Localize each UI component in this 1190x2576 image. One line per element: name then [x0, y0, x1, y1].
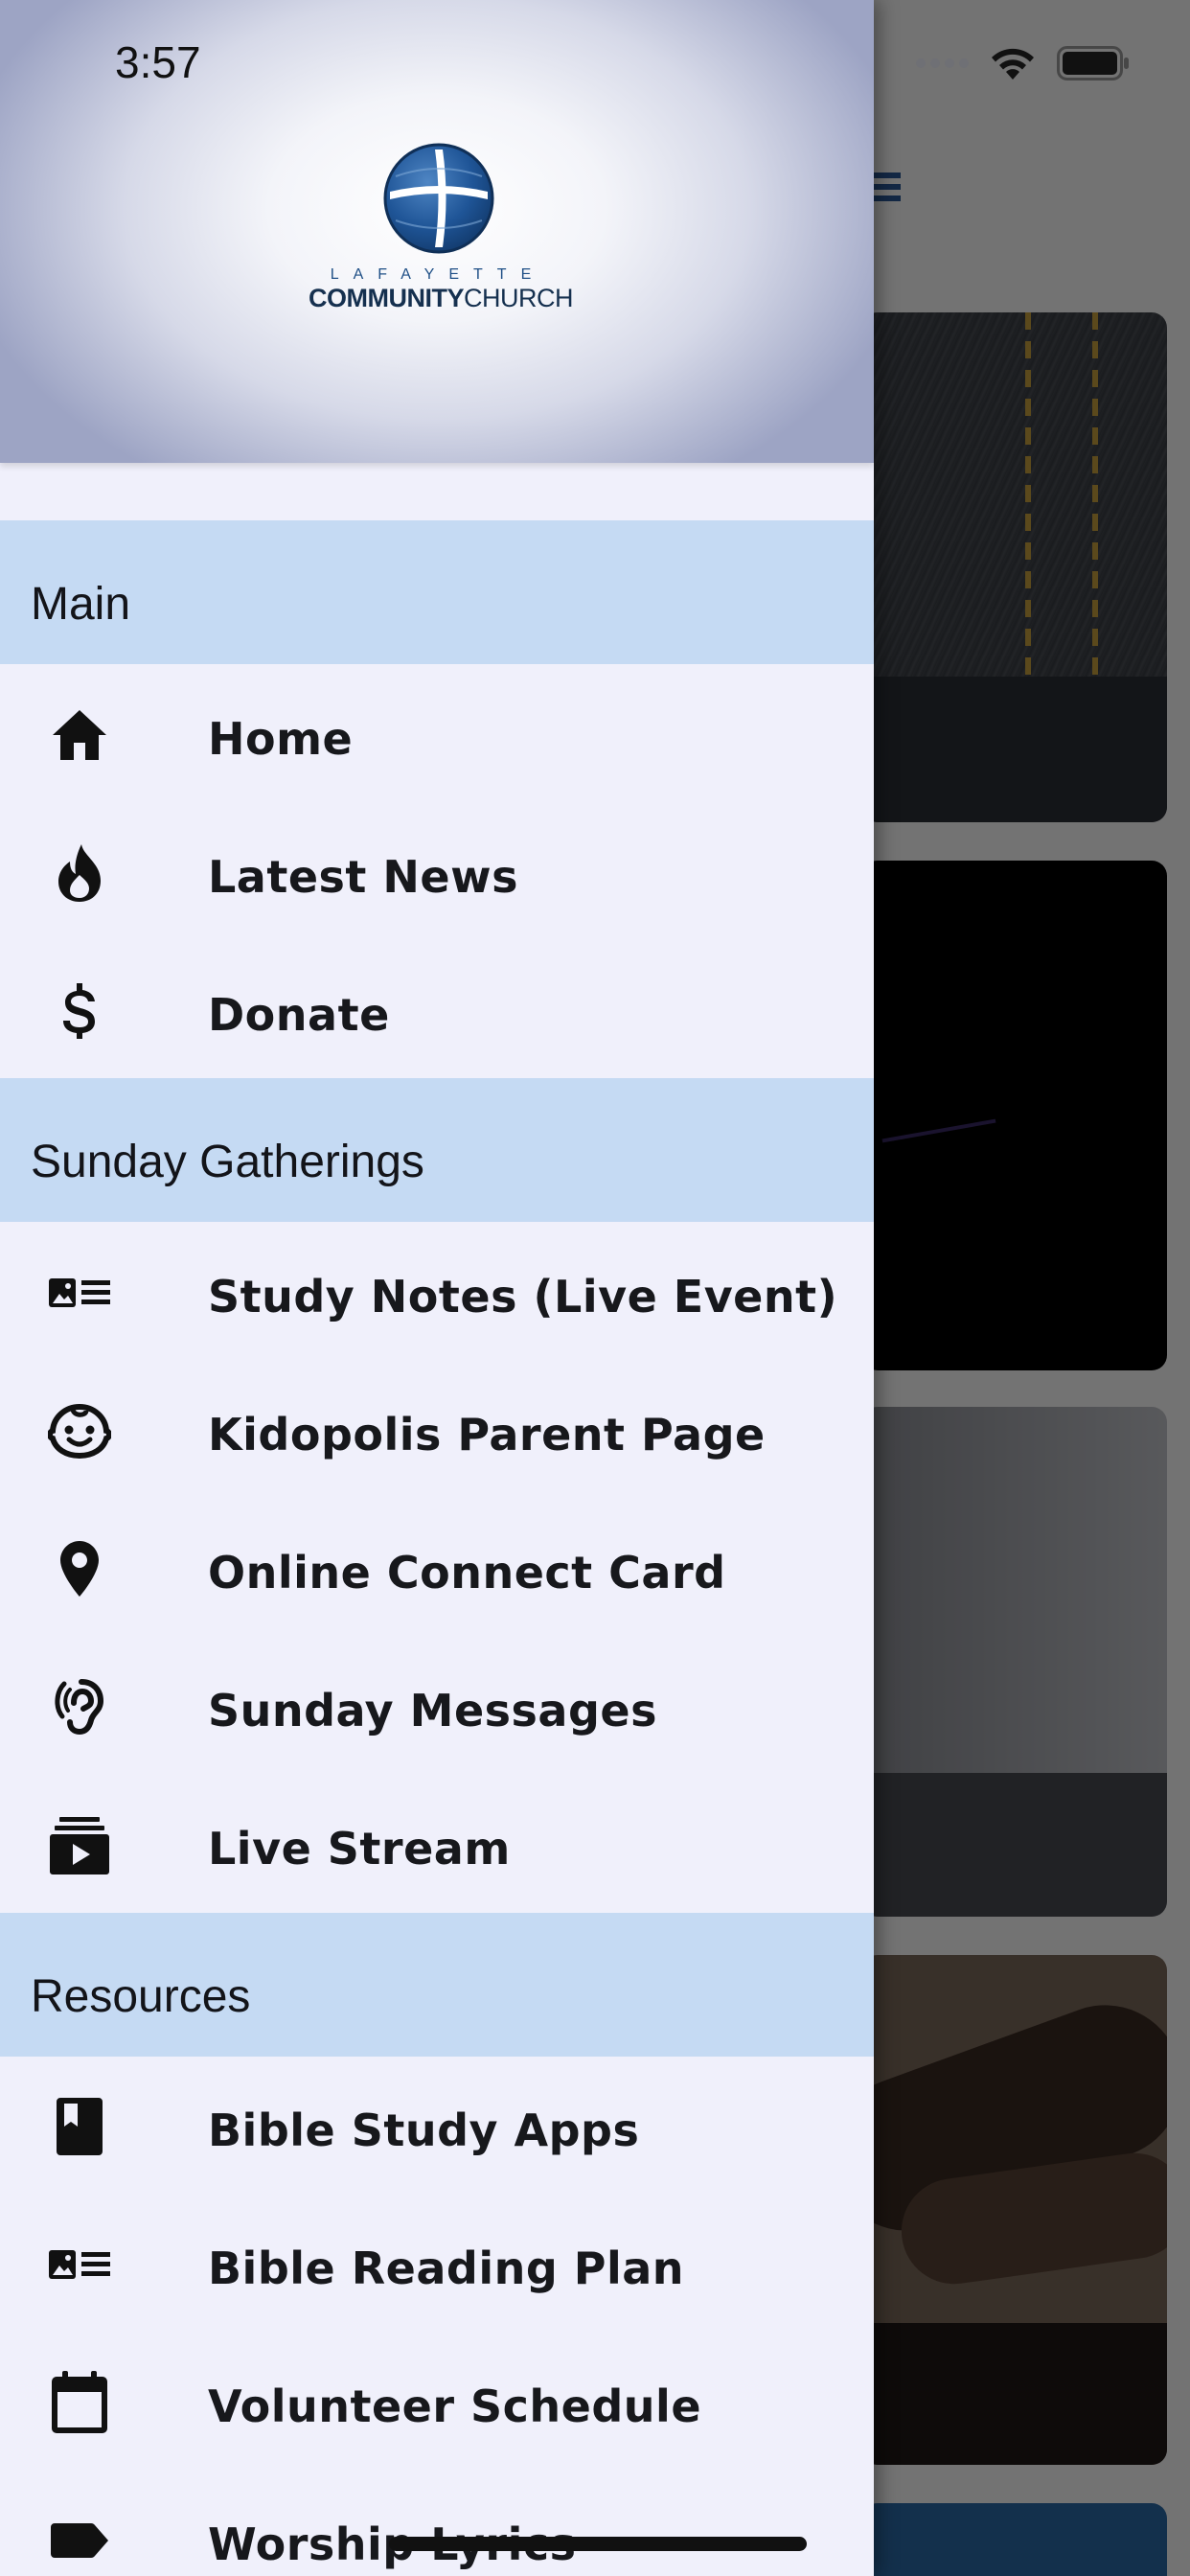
cellular-signal-icon — [916, 58, 969, 68]
video-stack-icon — [48, 1813, 111, 1876]
map-pin-icon — [48, 1537, 111, 1600]
menu-item-kidopolis-parent-page[interactable]: Kidopolis Parent Page — [0, 1361, 874, 1499]
calendar-icon — [48, 2371, 111, 2434]
menu-item-bible-study-apps[interactable]: Bible Study Apps — [0, 2057, 874, 2195]
battery-icon — [1057, 46, 1130, 80]
menu-item-label: Bible Reading Plan — [208, 2242, 685, 2294]
section-header-resources: Resources — [0, 1913, 874, 2057]
notes-card-icon — [48, 1261, 111, 1324]
section-label: Resources — [31, 1971, 251, 2022]
dollar-icon — [48, 979, 111, 1043]
logo-title-bold: COMMUNITY — [309, 284, 464, 312]
menu-item-label: Latest News — [208, 851, 518, 903]
menu-item-label: Bible Study Apps — [208, 2104, 640, 2156]
section-header-main: Main — [0, 520, 874, 664]
menu-item-donate[interactable]: Donate — [0, 941, 874, 1079]
church-logo: LAFAYETTE COMMUNITYCHURCH — [309, 142, 573, 314]
menu-item-label: Sunday Messages — [208, 1685, 657, 1736]
menu-item-label: Live Stream — [208, 1823, 511, 1874]
hearing-icon — [48, 1675, 111, 1738]
home-indicator[interactable] — [389, 2537, 807, 2551]
section-label: Main — [31, 579, 131, 630]
section-header-sunday-gatherings: Sunday Gatherings — [0, 1078, 874, 1222]
menu-item-worship-lyrics[interactable]: Worship Lyrics — [0, 2471, 874, 2576]
menu-item-live-stream[interactable]: Live Stream — [0, 1775, 874, 1913]
status-time: 3:57 — [115, 37, 201, 87]
menu-item-home[interactable]: Home — [0, 665, 874, 803]
menu-item-label: Home — [208, 713, 354, 765]
menu-item-latest-news[interactable]: Latest News — [0, 803, 874, 941]
wifi-icon — [988, 45, 1038, 81]
fire-icon — [48, 841, 111, 905]
menu-item-bible-reading-plan[interactable]: Bible Reading Plan — [0, 2195, 874, 2333]
menu-item-volunteer-schedule[interactable]: Volunteer Schedule — [0, 2333, 874, 2471]
menu-item-sunday-messages[interactable]: Sunday Messages — [0, 1637, 874, 1775]
child-face-icon — [48, 1399, 111, 1462]
status-indicators — [916, 44, 1130, 82]
menu-item-label: Donate — [208, 989, 390, 1041]
logo-subtitle: LAFAYETTE — [330, 266, 546, 283]
home-icon — [48, 703, 111, 767]
logo-title: COMMUNITYCHURCH — [309, 284, 573, 313]
book-icon — [48, 2095, 111, 2158]
logo-title-light: CHURCH — [463, 284, 574, 312]
menu-item-label: Study Notes (Live Event) — [208, 1271, 838, 1322]
section-label: Sunday Gatherings — [31, 1137, 424, 1187]
menu-item-label: Online Connect Card — [208, 1547, 726, 1598]
menu-item-label: Volunteer Schedule — [208, 2380, 702, 2432]
tag-icon — [48, 2509, 111, 2572]
globe-cross-icon — [383, 143, 494, 254]
menu-item-online-connect-card[interactable]: Online Connect Card — [0, 1499, 874, 1637]
menu-item-study-notes[interactable]: Study Notes (Live Event) — [0, 1223, 874, 1361]
navigation-drawer: LAFAYETTE COMMUNITYCHURCH Main Home Late… — [0, 0, 874, 2576]
menu-item-label: Kidopolis Parent Page — [208, 1409, 766, 1460]
notes-card-icon — [48, 2233, 111, 2296]
